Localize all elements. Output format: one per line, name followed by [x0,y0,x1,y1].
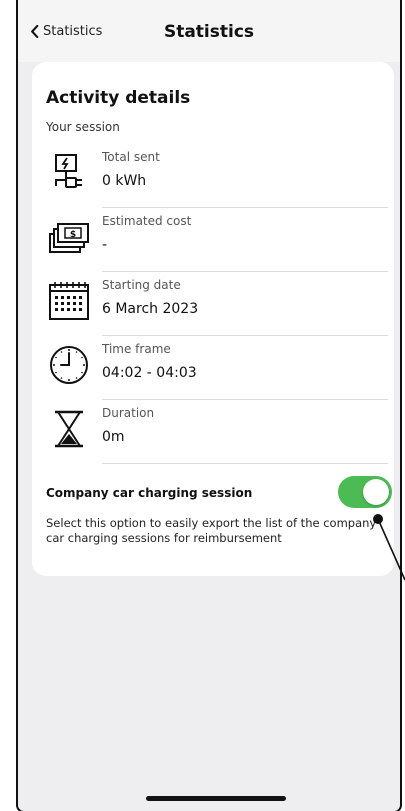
row-value: 04:02 - 04:03 [102,365,197,381]
row-value: 6 March 2023 [102,301,199,317]
row-label: Total sent [102,150,160,164]
row-label: Starting date [102,278,181,292]
row-value: 0m [102,429,125,445]
row-label: Duration [102,406,155,420]
card-title: Activity details [46,88,191,108]
company-car-toggle-label: Company car charging session [46,486,253,500]
home-indicator [146,796,286,801]
hourglass-icon [55,410,83,448]
card-subtitle: Your session [46,120,120,134]
phone-screen: Statistics Statistics Activity details Y… [18,0,400,811]
banknotes-icon: $ [49,223,89,253]
company-car-toggle[interactable] [338,476,392,508]
detail-row-estimated-cost: $ Estimated cost - [46,208,388,272]
row-divider [102,463,388,464]
plug-icon [55,154,82,188]
toggle-knob [363,479,389,505]
detail-row-total-sent: Total sent 0 kWh [46,144,388,208]
calendar-icon [49,282,89,320]
row-value: - [102,237,108,253]
page-title: Statistics [163,22,255,42]
activity-details-card: Activity details Your session Total sent… [32,62,394,576]
svg-text:$: $ [70,230,76,240]
row-label: Estimated cost [102,214,192,228]
clock-icon [50,346,88,384]
navigation-bar: Statistics Statistics [18,0,400,62]
company-car-toggle-description: Select this option to easily export the … [46,516,377,545]
detail-row-duration: Duration 0m [46,400,388,464]
detail-row-starting-date: Starting date 6 March 2023 [46,272,388,336]
row-value: 0 kWh [102,173,147,189]
row-label: Time frame [102,342,171,356]
detail-row-time-frame: Time frame 04:02 - 04:03 [46,336,388,400]
